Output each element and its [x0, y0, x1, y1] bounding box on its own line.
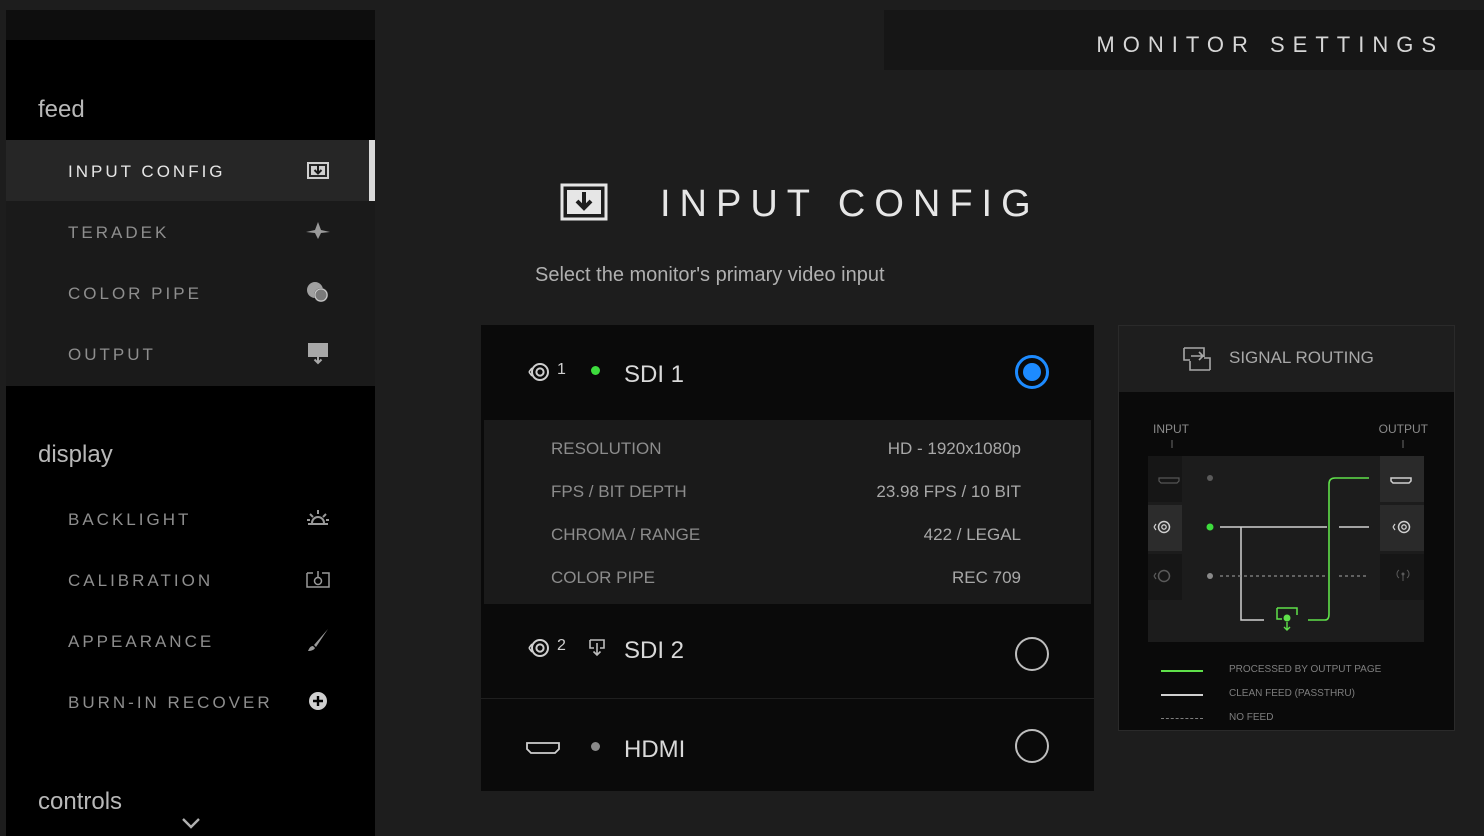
sidebar-item-teradek[interactable]: TERADEK — [6, 201, 375, 262]
color-pipe-icon — [304, 278, 332, 306]
sidebar-item-label: CALIBRATION — [68, 571, 214, 590]
header-bar: MONITOR SETTINGS — [884, 10, 1484, 70]
sidebar-item-backlight[interactable]: BACKLIGHT — [6, 488, 375, 549]
section-title-controls: controls — [38, 788, 123, 815]
sidebar: feed INPUT CONFIG TERADEK COLOR PIPE OUT… — [6, 10, 375, 836]
detail-value: 422 / LEGAL — [923, 525, 1021, 544]
section-title-display: display — [38, 441, 113, 468]
teradek-icon — [304, 217, 332, 245]
section-title-feed: feed — [38, 96, 85, 123]
detail-key: COLOR PIPE — [551, 568, 655, 587]
plus-circle-icon — [304, 687, 332, 715]
detail-value: 23.98 FPS / 10 BIT — [876, 482, 1021, 501]
port-number: 2 — [557, 637, 566, 654]
header-title: MONITOR SETTINGS — [1096, 32, 1444, 57]
sidebar-top-bar — [6, 10, 375, 40]
input-name: HDMI — [624, 736, 686, 763]
input-option-sdi-2[interactable]: 2 SDI 2 — [481, 605, 1094, 698]
signal-routing-icon — [1181, 344, 1213, 374]
routing-diagram: INPUT OUTPUT 1 2 — [1119, 392, 1454, 652]
sidebar-item-label: OUTPUT — [68, 345, 156, 364]
status-dot-idle — [591, 742, 600, 751]
sidebar-item-output[interactable]: OUTPUT — [6, 323, 375, 384]
sidebar-item-label: TERADEK — [68, 223, 170, 242]
detail-key: CHROMA / RANGE — [551, 525, 701, 544]
output-icon — [304, 339, 332, 367]
output-routing-icon — [588, 638, 606, 658]
legend-label: NO FEED — [1229, 712, 1274, 723]
detail-value: HD - 1920x1080p — [887, 439, 1021, 458]
sidebar-item-calibration[interactable]: CALIBRATION — [6, 549, 375, 610]
radio-selected[interactable] — [1015, 355, 1049, 389]
chevron-down-icon[interactable] — [180, 816, 202, 830]
port-number: 1 — [557, 361, 566, 378]
calibration-icon — [304, 565, 332, 593]
detail-row: CHROMA / RANGE 422 / LEGAL — [484, 525, 1091, 555]
sidebar-item-label: APPEARANCE — [68, 632, 215, 651]
detail-row: COLOR PIPE REC 709 — [484, 568, 1091, 598]
input-name: SDI 2 — [624, 637, 685, 664]
sidebar-item-burn-in-recover[interactable]: BURN-IN RECOVER — [6, 671, 375, 732]
routing-lines — [1148, 440, 1424, 642]
sdi-port-icon — [525, 636, 561, 660]
hdmi-port-icon — [525, 735, 561, 759]
input-config-icon — [560, 183, 608, 221]
input-option-hdmi[interactable]: HDMI — [481, 699, 1094, 791]
input-details: RESOLUTION HD - 1920x1080p FPS / BIT DEP… — [484, 420, 1091, 604]
radio-unselected[interactable] — [1015, 729, 1049, 763]
legend-swatch — [1161, 694, 1203, 696]
legend-swatch — [1161, 670, 1203, 672]
feed-group: INPUT CONFIG TERADEK COLOR PIPE OUTPUT — [6, 140, 375, 386]
radio-unselected[interactable] — [1015, 637, 1049, 671]
page-subtitle: Select the monitor's primary video input — [535, 264, 885, 286]
input-list: 1 SDI 1 RESOLUTION HD - 1920x1080p FPS /… — [481, 325, 1094, 791]
legend-swatch — [1161, 718, 1203, 719]
routing-title: SIGNAL ROUTING — [1229, 348, 1374, 367]
sidebar-item-label: BURN-IN RECOVER — [68, 693, 273, 712]
detail-row: FPS / BIT DEPTH 23.98 FPS / 10 BIT — [484, 482, 1091, 512]
brush-icon — [304, 626, 332, 654]
sidebar-item-input-config[interactable]: INPUT CONFIG — [6, 140, 375, 201]
sidebar-item-label: COLOR PIPE — [68, 284, 202, 303]
detail-value: REC 709 — [952, 568, 1021, 587]
active-indicator — [369, 140, 375, 201]
detail-key: RESOLUTION — [551, 439, 662, 458]
input-config-icon — [304, 156, 332, 184]
page-title: INPUT CONFIG — [660, 183, 1040, 225]
signal-routing-panel: SIGNAL ROUTING INPUT OUTPUT 1 2 — [1118, 325, 1455, 731]
backlight-icon — [304, 504, 332, 532]
legend-label: CLEAN FEED (PASSTHRU) — [1229, 688, 1355, 699]
input-name: SDI 1 — [624, 361, 685, 388]
input-option-sdi-1[interactable]: 1 SDI 1 — [481, 325, 1094, 420]
status-dot-active — [591, 366, 600, 375]
detail-key: FPS / BIT DEPTH — [551, 482, 687, 501]
legend-label: PROCESSED BY OUTPUT PAGE — [1229, 664, 1382, 675]
sidebar-item-appearance[interactable]: APPEARANCE — [6, 610, 375, 671]
routing-header: SIGNAL ROUTING — [1119, 326, 1454, 392]
sidebar-item-label: BACKLIGHT — [68, 510, 192, 529]
sdi-port-icon — [525, 360, 561, 384]
sidebar-item-label: INPUT CONFIG — [68, 162, 226, 181]
sidebar-item-color-pipe[interactable]: COLOR PIPE — [6, 262, 375, 323]
detail-row: RESOLUTION HD - 1920x1080p — [484, 439, 1091, 469]
